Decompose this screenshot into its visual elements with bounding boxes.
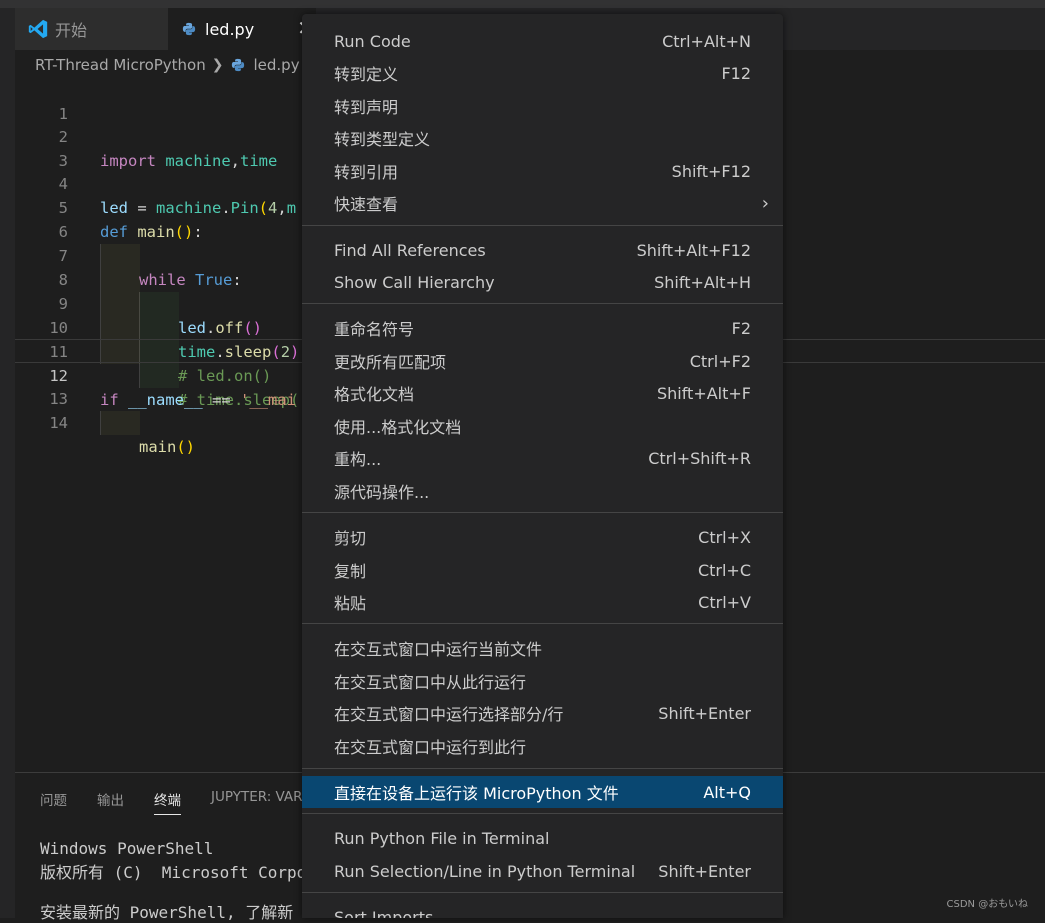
menu-item-source-action[interactable]: 源代码操作... [302, 475, 783, 507]
menu-item-run-selection-interactive[interactable]: 在交互式窗口中运行选择部分/行 Shift+Enter [302, 697, 783, 729]
menu-item-change-all-occurrences[interactable]: 更改所有匹配项 Ctrl+F2 [302, 345, 783, 377]
menu-separator [302, 813, 783, 814]
activity-strip [0, 8, 15, 918]
panel-tab-problems[interactable]: 问题 [40, 789, 67, 809]
menu-item-run-to-line-interactive[interactable]: 在交互式窗口中运行到此行 [302, 730, 783, 762]
panel-tab-output[interactable]: 输出 [97, 789, 124, 809]
breadcrumb-file[interactable]: led.py [253, 56, 299, 74]
tab-start[interactable]: 开始 [15, 8, 168, 50]
vscode-logo-icon [28, 19, 48, 39]
indent-guide [100, 411, 140, 435]
line-number: 14 [49, 414, 68, 432]
menu-item-run-python-file-terminal[interactable]: Run Python File in Terminal [302, 822, 783, 854]
menu-item-go-to-references[interactable]: 转到引用 Shift+F12 [302, 155, 783, 187]
menu-item-peek[interactable]: 快速查看 › [302, 187, 783, 219]
terminal-line: 版权所有 (C) Microsoft Corpo [40, 863, 307, 882]
menu-item-find-all-references[interactable]: Find All References Shift+Alt+F12 [302, 234, 783, 266]
menu-item-run-file-interactive[interactable]: 在交互式窗口中运行当前文件 [302, 632, 783, 664]
breadcrumb-folder[interactable]: RT-Thread MicroPython [35, 56, 206, 74]
menu-item-run-selection-terminal[interactable]: Run Selection/Line in Python Terminal Shi… [302, 855, 783, 887]
chevron-right-icon: ❯ [211, 57, 224, 73]
context-menu: Run Code Ctrl+Alt+N 转到定义 F12 转到声明 转到类型定义 转… [302, 14, 783, 918]
python-file-icon [182, 22, 196, 36]
menu-separator [302, 768, 783, 769]
menu-item-show-call-hierarchy[interactable]: Show Call Hierarchy Shift+Alt+H [302, 266, 783, 298]
breadcrumb: RT-Thread MicroPython ❯ led.py [35, 52, 300, 78]
panel-tab-jupyter[interactable]: JUPYTER: VARIA [211, 789, 316, 805]
menu-separator [302, 303, 783, 304]
terminal-line: Windows PowerShell [40, 839, 214, 858]
menu-item-go-to-type-definition[interactable]: 转到类型定义 [302, 122, 783, 154]
python-file-icon [232, 58, 245, 72]
window-top-bar [0, 0, 1045, 8]
menu-item-format-document-with[interactable]: 使用...格式化文档 [302, 410, 783, 442]
menu-item-go-to-declaration[interactable]: 转到声明 [302, 90, 783, 122]
menu-separator [302, 512, 783, 513]
menu-item-run-code[interactable]: Run Code Ctrl+Alt+N [302, 25, 783, 57]
menu-item-sort-imports[interactable]: Sort Imports [302, 901, 783, 919]
tab-led-py[interactable]: led.py ✕ [168, 8, 316, 50]
menu-item-cut[interactable]: 剪切 Ctrl+X [302, 521, 783, 553]
menu-item-run-on-device[interactable]: 直接在设备上运行该 MicroPython 文件 Alt+Q [302, 776, 783, 808]
tab-led-label: led.py [205, 19, 255, 39]
menu-item-format-document[interactable]: 格式化文档 Shift+Alt+F [302, 377, 783, 409]
menu-item-paste[interactable]: 粘贴 Ctrl+V [302, 586, 783, 618]
watermark: CSDN @おもいね [946, 899, 1029, 910]
chevron-right-icon: › [761, 192, 769, 214]
menu-item-refactor[interactable]: 重构... Ctrl+Shift+R [302, 442, 783, 474]
panel-tab-terminal[interactable]: 终端 [154, 789, 181, 815]
menu-item-run-from-line-interactive[interactable]: 在交互式窗口中从此行运行 [302, 665, 783, 697]
menu-separator [302, 892, 783, 893]
tab-start-label: 开始 [55, 21, 88, 40]
menu-item-copy[interactable]: 复制 Ctrl+C [302, 554, 783, 586]
menu-item-go-to-definition[interactable]: 转到定义 F12 [302, 57, 783, 89]
menu-separator [302, 225, 783, 226]
menu-item-rename-symbol[interactable]: 重命名符号 F2 [302, 312, 783, 344]
code-text: main() [139, 438, 195, 456]
menu-separator [302, 623, 783, 624]
terminal-line: 安装最新的 PowerShell, 了解新 [40, 903, 294, 922]
